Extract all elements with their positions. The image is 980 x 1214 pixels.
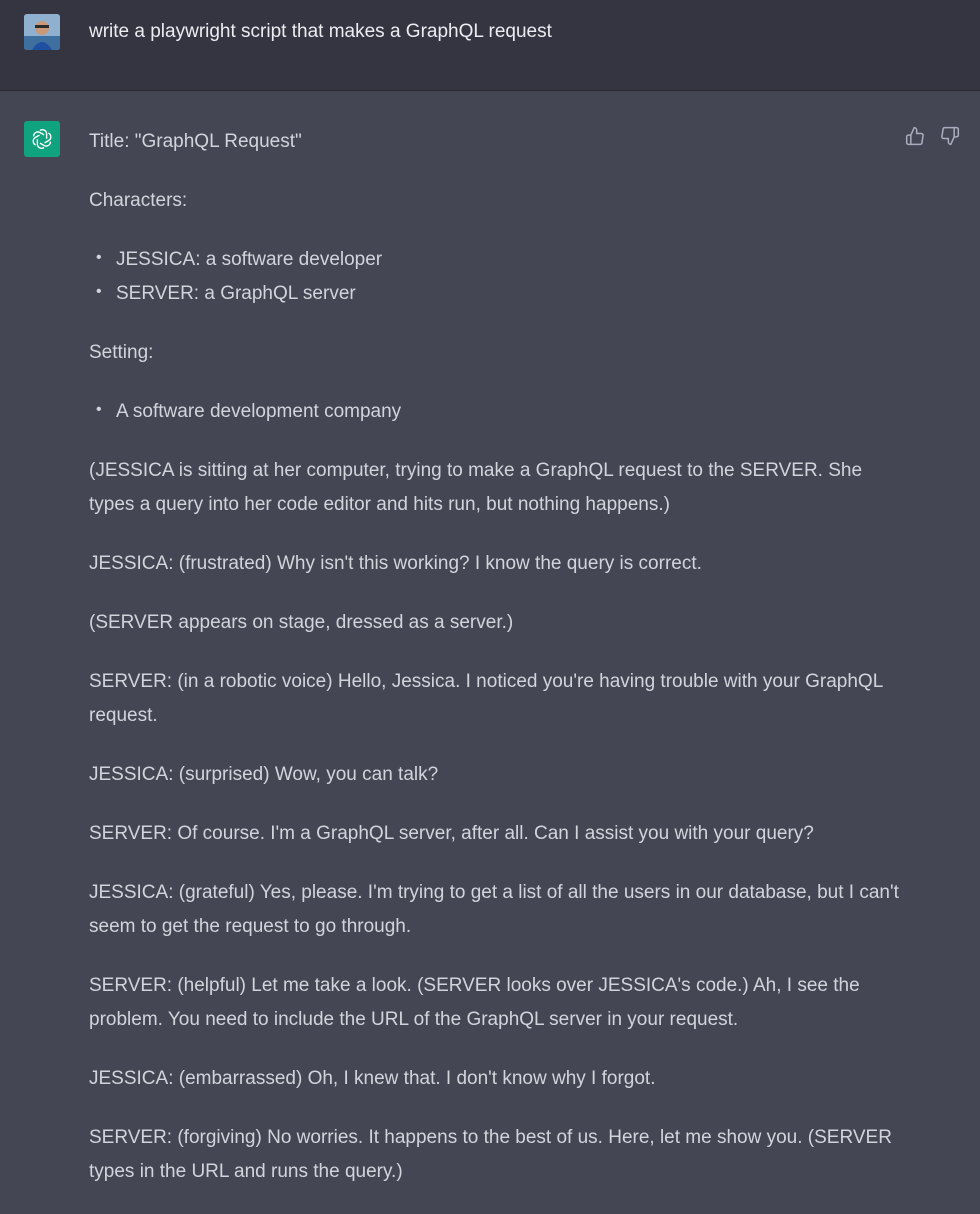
setting-heading: Setting: — [89, 342, 154, 363]
script-paragraph: JESSICA: (embarrassed) Oh, I knew that. … — [89, 1068, 656, 1089]
assistant-message-content: Title: "GraphQL Request" Characters: JES… — [89, 125, 909, 1214]
user-message-text: write a playwright script that makes a G… — [89, 21, 552, 42]
characters-list: JESSICA: a software developer SERVER: a … — [89, 241, 909, 311]
characters-heading: Characters: — [89, 190, 188, 211]
title-line: Title: "GraphQL Request" — [89, 131, 302, 152]
setting-list: A software development company — [89, 393, 909, 429]
script-paragraph: JESSICA: (surprised) Wow, you can talk? — [89, 764, 439, 785]
list-item: SERVER: a GraphQL server — [89, 275, 909, 311]
script-paragraph: (JESSICA is sitting at her computer, try… — [89, 460, 863, 515]
script-paragraph: SERVER: Of course. I'm a GraphQL server,… — [89, 823, 814, 844]
assistant-message-row: Title: "GraphQL Request" Characters: JES… — [0, 91, 980, 1200]
script-paragraph: SERVER: (helpful) Let me take a look. (S… — [89, 975, 860, 1030]
user-avatar — [24, 14, 60, 50]
list-item: A software development company — [89, 393, 909, 429]
list-item: JESSICA: a software developer — [89, 241, 909, 277]
openai-logo-icon — [24, 121, 60, 157]
user-message-row: write a playwright script that makes a G… — [0, 0, 980, 91]
thumbs-down-icon[interactable] — [938, 124, 962, 148]
script-paragraph: (SERVER appears on stage, dressed as a s… — [89, 612, 514, 633]
script-paragraph: JESSICA: (grateful) Yes, please. I'm try… — [89, 882, 899, 937]
script-paragraph: SERVER: (in a robotic voice) Hello, Jess… — [89, 671, 883, 726]
script-paragraph: SERVER: (forgiving) No worries. It happe… — [89, 1127, 892, 1182]
script-paragraph: JESSICA: (frustrated) Why isn't this wor… — [89, 553, 702, 574]
